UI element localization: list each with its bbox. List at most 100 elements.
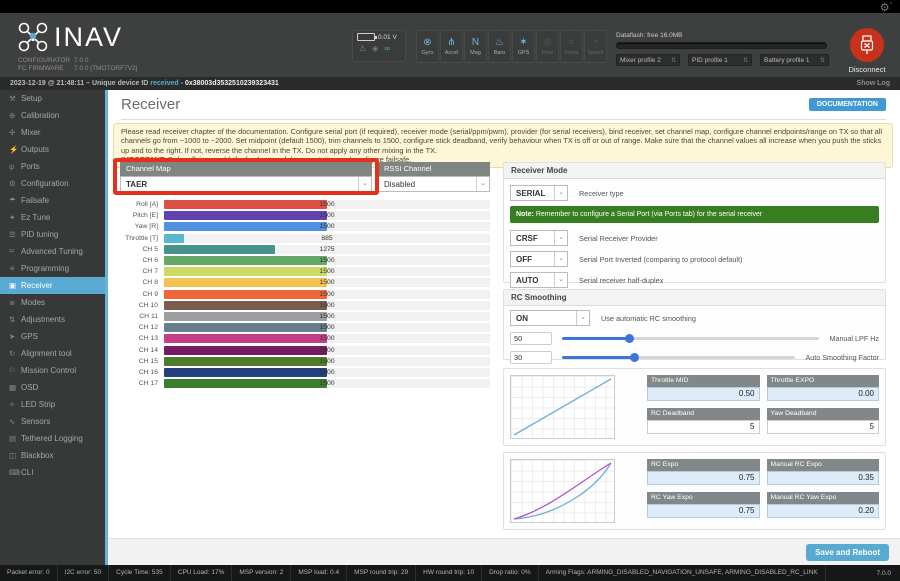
- channel-bar-track: 1500: [164, 346, 490, 355]
- channel-bar-track: 1500: [164, 267, 490, 276]
- status-text: 2023-12-19 @ 21:48:11 – Unique device ID: [10, 80, 150, 87]
- sidebar-item[interactable]: ✣ Mixer: [0, 124, 105, 141]
- sensor-label: Baro: [494, 50, 506, 56]
- sidebar-item-label: Adjustments: [21, 315, 65, 324]
- receiver-type-label: Receiver type: [579, 189, 624, 198]
- rc-smoothing-slider[interactable]: [562, 351, 795, 364]
- profile-select-value: PID profile 1: [692, 57, 728, 64]
- channel-row: CH 8 1500: [120, 277, 490, 288]
- channel-label: CH 9: [120, 291, 158, 298]
- rc-smoothing-mode-label: Use automatic RC smoothing: [601, 314, 696, 323]
- rc-expo-input[interactable]: 0.75: [647, 471, 760, 485]
- slider-thumb[interactable]: [625, 334, 634, 343]
- channel-bar-track: 1500: [164, 368, 490, 377]
- sidebar-item-icon: ↻: [9, 349, 21, 358]
- sidebar-item-label: Blackbox: [21, 451, 53, 460]
- throttle-expo-header: Throttle EXPO: [767, 375, 880, 387]
- manual-rc-yaw-expo-input[interactable]: 0.20: [767, 504, 880, 518]
- yaw-deadband-input[interactable]: 5: [767, 420, 880, 434]
- disconnect-button[interactable]: [850, 28, 884, 62]
- channel-map-header: Channel Map: [120, 162, 372, 176]
- sidebar-item[interactable]: ⚐ Mission Control: [0, 362, 105, 379]
- sensor-icon: ♨: [495, 37, 504, 48]
- sidebar-item[interactable]: ↻ Alignment tool: [0, 345, 105, 362]
- rc-deadband-input[interactable]: 5: [647, 420, 760, 434]
- sidebar-item[interactable]: ⊕ Calibration: [0, 107, 105, 124]
- auto-smoothing-input[interactable]: 30: [510, 351, 552, 364]
- profile-select[interactable]: Mixer profile 2 ⇅: [616, 54, 680, 66]
- channel-row: CH 9 1500: [120, 289, 490, 300]
- rssi-channel-header: RSSI Channel: [378, 162, 490, 176]
- sidebar-item-icon: ◫: [9, 451, 21, 460]
- slider-thumb[interactable]: [630, 353, 639, 362]
- rssi-channel-select[interactable]: Disabled ⌄: [378, 176, 490, 192]
- manual-lpf-input[interactable]: 50: [510, 332, 552, 345]
- serial-port-note: Note: Remember to configure a Serial Por…: [510, 206, 879, 223]
- sidebar-item[interactable]: ✳ Programming: [0, 260, 105, 277]
- save-and-reboot-button[interactable]: Save and Reboot: [806, 544, 889, 561]
- channel-map-select[interactable]: TAER ⌄: [120, 176, 372, 192]
- sidebar-item[interactable]: ⚡ Outputs: [0, 141, 105, 158]
- connection-status-bar: 2023-12-19 @ 21:48:11 – Unique device ID…: [0, 77, 900, 90]
- status-received: received: [150, 80, 178, 87]
- throttle-mid-header: Throttle MID: [647, 375, 760, 387]
- channel-row: CH 16 1500: [120, 367, 490, 378]
- sidebar-item[interactable]: ≣ Modes: [0, 294, 105, 311]
- channel-value: 1500: [164, 346, 490, 355]
- sidebar-item[interactable]: ⚙ Configuration: [0, 175, 105, 192]
- sidebar-item-label: Setup: [21, 94, 42, 103]
- serial-provider-select[interactable]: CRSF⌄: [510, 230, 568, 246]
- rc-smoothing-mode-select[interactable]: ON⌄: [510, 310, 590, 326]
- profile-select-value: Battery profile 1: [764, 57, 810, 64]
- sidebar-item[interactable]: ☂ Failsafe: [0, 192, 105, 209]
- sidebar-item[interactable]: ➤ GPS: [0, 328, 105, 345]
- sidebar-item[interactable]: ✦ Ez Tune: [0, 209, 105, 226]
- channel-value: 1500: [164, 200, 490, 209]
- receiver-mode-panel: Receiver Mode SERIAL⌄ Receiver type Note…: [503, 162, 886, 283]
- throttle-mid-input[interactable]: 0.50: [647, 387, 760, 401]
- profile-select[interactable]: Battery profile 1 ⇅: [760, 54, 829, 66]
- sidebar-item[interactable]: ¹² Advanced Tuning: [0, 243, 105, 260]
- sidebar-item[interactable]: ⚒ Setup: [0, 90, 105, 107]
- profile-select[interactable]: PID profile 1 ⇅: [688, 54, 752, 66]
- sidebar-item[interactable]: ψ Ports: [0, 158, 105, 175]
- show-log-button[interactable]: Show Log: [857, 77, 890, 90]
- manual-rc-expo-input[interactable]: 0.35: [767, 471, 880, 485]
- sidebar-item[interactable]: ▣ Receiver: [0, 277, 105, 294]
- sidebar-item[interactable]: ⌨ CLI: [0, 464, 105, 481]
- channel-label: CH 16: [120, 369, 158, 376]
- slider-fill: [562, 356, 634, 359]
- sensor-label: Accel: [445, 50, 458, 56]
- channel-bar-track: 1500: [164, 200, 490, 209]
- serial-inverted-select[interactable]: OFF⌄: [510, 251, 568, 267]
- receiver-type-select[interactable]: SERIAL⌄: [510, 185, 568, 201]
- sidebar-item-icon: ⚐: [9, 366, 21, 375]
- channel-value: 1500: [164, 211, 490, 220]
- channel-row: Pitch [E] 1500: [120, 210, 490, 221]
- sidebar-item[interactable]: ✧ LED Strip: [0, 396, 105, 413]
- channel-label: CH 7: [120, 268, 158, 275]
- usb-plug-icon: [859, 35, 875, 55]
- sidebar-item-icon: ⌨: [9, 468, 21, 477]
- rc-yaw-expo-header: RC Yaw Expo: [647, 492, 760, 504]
- sidebar-item[interactable]: ∿ Sensors: [0, 413, 105, 430]
- channel-label: CH 11: [120, 313, 158, 320]
- throttle-expo-input[interactable]: 0.00: [767, 387, 880, 401]
- sidebar-item[interactable]: ▤ Tethered Logging: [0, 430, 105, 447]
- rc-deadband-header: RC Deadband: [647, 408, 760, 420]
- rc-smoothing-slider[interactable]: [562, 332, 819, 345]
- sidebar-item[interactable]: ▦ OSD: [0, 379, 105, 396]
- receiver-tab-content: Receiver DOCUMENTATION Please read recei…: [105, 90, 900, 565]
- sidebar-item-icon: ▣: [9, 281, 21, 290]
- channel-row: CH 13 1500: [120, 333, 490, 344]
- sidebar-nav: ⚒ Setup ⊕ Calibration ✣ Mixer ⚡ Outputs: [0, 90, 105, 565]
- half-duplex-select[interactable]: AUTO⌄: [510, 272, 568, 288]
- rc-yaw-expo-input[interactable]: 0.75: [647, 504, 760, 518]
- sidebar-item[interactable]: ☰ PID tuning: [0, 226, 105, 243]
- sidebar-item[interactable]: ⇅ Adjustments: [0, 311, 105, 328]
- sidebar-item-label: Failsafe: [21, 196, 49, 205]
- channel-value: 1500: [164, 312, 490, 321]
- settings-gear-icon[interactable]: ⚙°: [880, 1, 892, 14]
- sidebar-item[interactable]: ◫ Blackbox: [0, 447, 105, 464]
- channel-bar-track: 1500: [164, 334, 490, 343]
